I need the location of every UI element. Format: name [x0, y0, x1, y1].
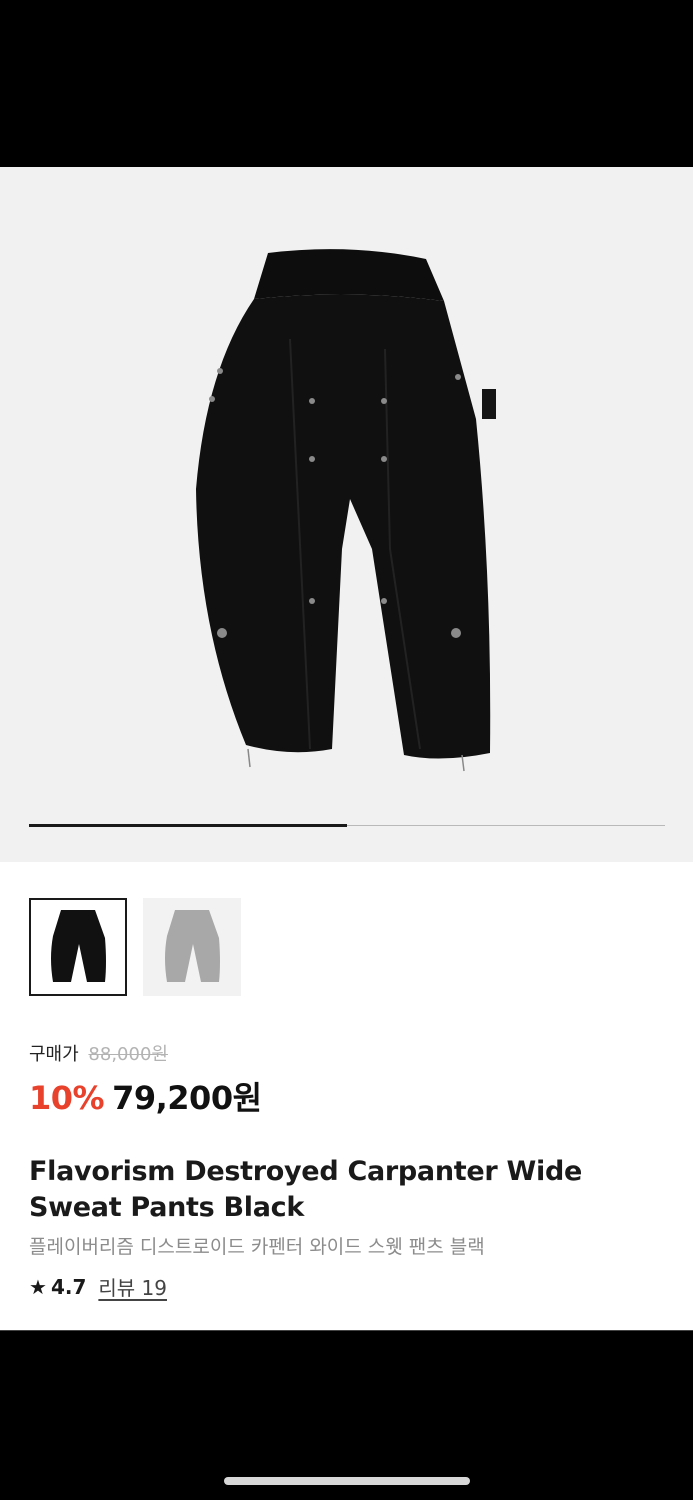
rating-score: 4.7 — [50, 1274, 87, 1299]
top-black-area — [0, 0, 693, 167]
rating-row: ★ 4.7 리뷰 19 — [29, 1272, 167, 1301]
thumbnail-gray-image — [165, 910, 220, 982]
original-price: 88,000원 — [88, 1044, 168, 1065]
thumbnail-black-image — [51, 910, 106, 982]
carousel-progress-track — [29, 824, 665, 827]
product-image-black-pants — [196, 249, 496, 772]
product-subtitle-korean: 플레이버리즘 디스트로이드 카펜터 와이드 스웻 팬츠 블랙 — [29, 1236, 485, 1258]
price-label-row: 구매가 88,000원 — [29, 1040, 168, 1066]
carousel-progress-fill — [29, 824, 347, 827]
thumbnail-gray[interactable] — [143, 898, 241, 996]
product-title: Flavorism Destroyed Carpanter Wide Sweat… — [29, 1156, 582, 1223]
thumbnail-black[interactable] — [29, 898, 127, 996]
discount-rate: 10% — [29, 1079, 105, 1117]
star-icon: ★ — [29, 1274, 47, 1299]
review-count-link[interactable]: 리뷰 19 — [98, 1272, 167, 1301]
product-image-carousel[interactable] — [0, 167, 693, 862]
home-indicator[interactable] — [224, 1477, 470, 1485]
sale-price-row: 10% 79,200원 — [29, 1073, 262, 1119]
price-label: 구매가 — [29, 1044, 79, 1065]
bottom-black-area — [0, 1330, 693, 1500]
sale-price: 79,200원 — [112, 1079, 262, 1117]
product-info-panel: 구매가 88,000원 10% 79,200원 Flavorism Destroy… — [0, 862, 693, 1330]
